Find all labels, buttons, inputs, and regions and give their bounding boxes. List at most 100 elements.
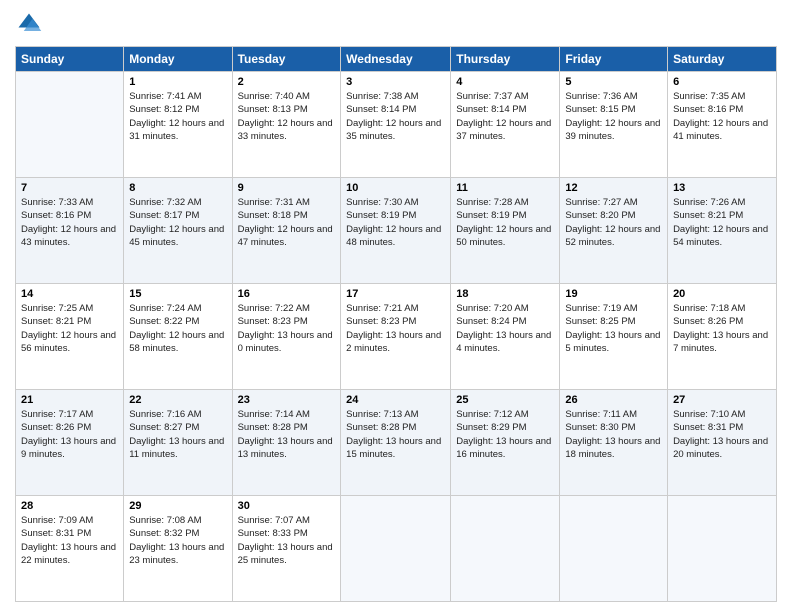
calendar-header-monday: Monday [124, 47, 232, 72]
day-info: Sunrise: 7:33 AMSunset: 8:16 PMDaylight:… [21, 196, 118, 249]
calendar-cell: 19 Sunrise: 7:19 AMSunset: 8:25 PMDayligh… [560, 284, 668, 390]
calendar-header-sunday: Sunday [16, 47, 124, 72]
day-info: Sunrise: 7:40 AMSunset: 8:13 PMDaylight:… [238, 90, 336, 143]
header [15, 10, 777, 38]
day-info: Sunrise: 7:37 AMSunset: 8:14 PMDaylight:… [456, 90, 554, 143]
day-info: Sunrise: 7:38 AMSunset: 8:14 PMDaylight:… [346, 90, 445, 143]
calendar-cell: 8 Sunrise: 7:32 AMSunset: 8:17 PMDaylight… [124, 178, 232, 284]
day-number: 28 [21, 500, 118, 512]
day-info: Sunrise: 7:22 AMSunset: 8:23 PMDaylight:… [238, 302, 336, 355]
calendar-week-row: 21 Sunrise: 7:17 AMSunset: 8:26 PMDayligh… [16, 390, 777, 496]
day-info: Sunrise: 7:32 AMSunset: 8:17 PMDaylight:… [129, 196, 226, 249]
day-number: 21 [21, 394, 118, 406]
calendar-cell: 5 Sunrise: 7:36 AMSunset: 8:15 PMDaylight… [560, 72, 668, 178]
day-info: Sunrise: 7:16 AMSunset: 8:27 PMDaylight:… [129, 408, 226, 461]
calendar-cell: 1Sunrise: 7:41 AMSunset: 8:12 PMDaylight… [124, 72, 232, 178]
calendar-cell [16, 72, 124, 178]
day-number: 20 [673, 288, 771, 300]
day-number: 8 [129, 182, 226, 194]
day-number: 19 [565, 288, 662, 300]
day-info: Sunrise: 7:41 AMSunset: 8:12 PMDaylight:… [129, 90, 226, 143]
day-number: 14 [21, 288, 118, 300]
calendar-cell: 11 Sunrise: 7:28 AMSunset: 8:19 PMDayligh… [451, 178, 560, 284]
calendar-cell: 26 Sunrise: 7:11 AMSunset: 8:30 PMDayligh… [560, 390, 668, 496]
day-info: Sunrise: 7:31 AMSunset: 8:18 PMDaylight:… [238, 196, 336, 249]
day-number: 29 [129, 500, 226, 512]
day-info: Sunrise: 7:25 AMSunset: 8:21 PMDaylight:… [21, 302, 118, 355]
day-info: Sunrise: 7:26 AMSunset: 8:21 PMDaylight:… [673, 196, 771, 249]
calendar-cell: 9 Sunrise: 7:31 AMSunset: 8:18 PMDaylight… [232, 178, 341, 284]
day-info: Sunrise: 7:17 AMSunset: 8:26 PMDaylight:… [21, 408, 118, 461]
calendar-cell: 13 Sunrise: 7:26 AMSunset: 8:21 PMDayligh… [668, 178, 777, 284]
day-number: 30 [238, 500, 336, 512]
day-info: Sunrise: 7:36 AMSunset: 8:15 PMDaylight:… [565, 90, 662, 143]
calendar-cell: 12 Sunrise: 7:27 AMSunset: 8:20 PMDayligh… [560, 178, 668, 284]
day-info: Sunrise: 7:35 AMSunset: 8:16 PMDaylight:… [673, 90, 771, 143]
day-number: 13 [673, 182, 771, 194]
calendar-header-tuesday: Tuesday [232, 47, 341, 72]
calendar-header-row: SundayMondayTuesdayWednesdayThursdayFrid… [16, 47, 777, 72]
calendar-cell: 17Sunrise: 7:21 AMSunset: 8:23 PMDayligh… [341, 284, 451, 390]
calendar-cell [668, 496, 777, 602]
day-number: 16 [238, 288, 336, 300]
calendar-cell: 18 Sunrise: 7:20 AMSunset: 8:24 PMDayligh… [451, 284, 560, 390]
day-info: Sunrise: 7:19 AMSunset: 8:25 PMDaylight:… [565, 302, 662, 355]
day-number: 6 [673, 76, 771, 88]
day-number: 26 [565, 394, 662, 406]
calendar-cell [560, 496, 668, 602]
day-info: Sunrise: 7:20 AMSunset: 8:24 PMDaylight:… [456, 302, 554, 355]
day-info: Sunrise: 7:24 AMSunset: 8:22 PMDaylight:… [129, 302, 226, 355]
day-info: Sunrise: 7:08 AMSunset: 8:32 PMDaylight:… [129, 514, 226, 567]
day-info: Sunrise: 7:28 AMSunset: 8:19 PMDaylight:… [456, 196, 554, 249]
day-number: 12 [565, 182, 662, 194]
calendar-cell [451, 496, 560, 602]
day-number: 7 [21, 182, 118, 194]
day-number: 5 [565, 76, 662, 88]
calendar-cell: 30Sunrise: 7:07 AMSunset: 8:33 PMDayligh… [232, 496, 341, 602]
day-info: Sunrise: 7:09 AMSunset: 8:31 PMDaylight:… [21, 514, 118, 567]
calendar-cell: 25 Sunrise: 7:12 AMSunset: 8:29 PMDayligh… [451, 390, 560, 496]
day-number: 11 [456, 182, 554, 194]
calendar-header-saturday: Saturday [668, 47, 777, 72]
day-number: 10 [346, 182, 445, 194]
calendar-header-wednesday: Wednesday [341, 47, 451, 72]
day-number: 3 [346, 76, 445, 88]
day-info: Sunrise: 7:11 AMSunset: 8:30 PMDaylight:… [565, 408, 662, 461]
calendar-cell: 3 Sunrise: 7:38 AMSunset: 8:14 PMDaylight… [341, 72, 451, 178]
day-number: 25 [456, 394, 554, 406]
day-number: 15 [129, 288, 226, 300]
calendar-cell: 14 Sunrise: 7:25 AMSunset: 8:21 PMDayligh… [16, 284, 124, 390]
calendar-page: SundayMondayTuesdayWednesdayThursdayFrid… [0, 0, 792, 612]
calendar-week-row: 28 Sunrise: 7:09 AMSunset: 8:31 PMDayligh… [16, 496, 777, 602]
calendar-cell: 20 Sunrise: 7:18 AMSunset: 8:26 PMDayligh… [668, 284, 777, 390]
calendar-cell: 16 Sunrise: 7:22 AMSunset: 8:23 PMDayligh… [232, 284, 341, 390]
day-info: Sunrise: 7:18 AMSunset: 8:26 PMDaylight:… [673, 302, 771, 355]
day-info: Sunrise: 7:30 AMSunset: 8:19 PMDaylight:… [346, 196, 445, 249]
logo-icon [15, 10, 43, 38]
calendar-header-friday: Friday [560, 47, 668, 72]
day-info: Sunrise: 7:12 AMSunset: 8:29 PMDaylight:… [456, 408, 554, 461]
calendar-cell: 29 Sunrise: 7:08 AMSunset: 8:32 PMDayligh… [124, 496, 232, 602]
day-number: 9 [238, 182, 336, 194]
calendar-cell: 28 Sunrise: 7:09 AMSunset: 8:31 PMDayligh… [16, 496, 124, 602]
calendar-week-row: 1Sunrise: 7:41 AMSunset: 8:12 PMDaylight… [16, 72, 777, 178]
day-info: Sunrise: 7:13 AMSunset: 8:28 PMDaylight:… [346, 408, 445, 461]
calendar-cell: 21 Sunrise: 7:17 AMSunset: 8:26 PMDayligh… [16, 390, 124, 496]
day-number: 2 [238, 76, 336, 88]
day-info: Sunrise: 7:27 AMSunset: 8:20 PMDaylight:… [565, 196, 662, 249]
calendar-cell: 27 Sunrise: 7:10 AMSunset: 8:31 PMDayligh… [668, 390, 777, 496]
day-number: 17 [346, 288, 445, 300]
day-number: 18 [456, 288, 554, 300]
day-number: 27 [673, 394, 771, 406]
day-number: 22 [129, 394, 226, 406]
calendar-cell: 24Sunrise: 7:13 AMSunset: 8:28 PMDayligh… [341, 390, 451, 496]
calendar-cell: 23Sunrise: 7:14 AMSunset: 8:28 PMDayligh… [232, 390, 341, 496]
calendar-cell: 22 Sunrise: 7:16 AMSunset: 8:27 PMDayligh… [124, 390, 232, 496]
calendar-cell [341, 496, 451, 602]
calendar-week-row: 14 Sunrise: 7:25 AMSunset: 8:21 PMDayligh… [16, 284, 777, 390]
day-info: Sunrise: 7:10 AMSunset: 8:31 PMDaylight:… [673, 408, 771, 461]
calendar-cell: 4Sunrise: 7:37 AMSunset: 8:14 PMDaylight… [451, 72, 560, 178]
day-number: 23 [238, 394, 336, 406]
calendar-header-thursday: Thursday [451, 47, 560, 72]
calendar-cell: 10 Sunrise: 7:30 AMSunset: 8:19 PMDayligh… [341, 178, 451, 284]
